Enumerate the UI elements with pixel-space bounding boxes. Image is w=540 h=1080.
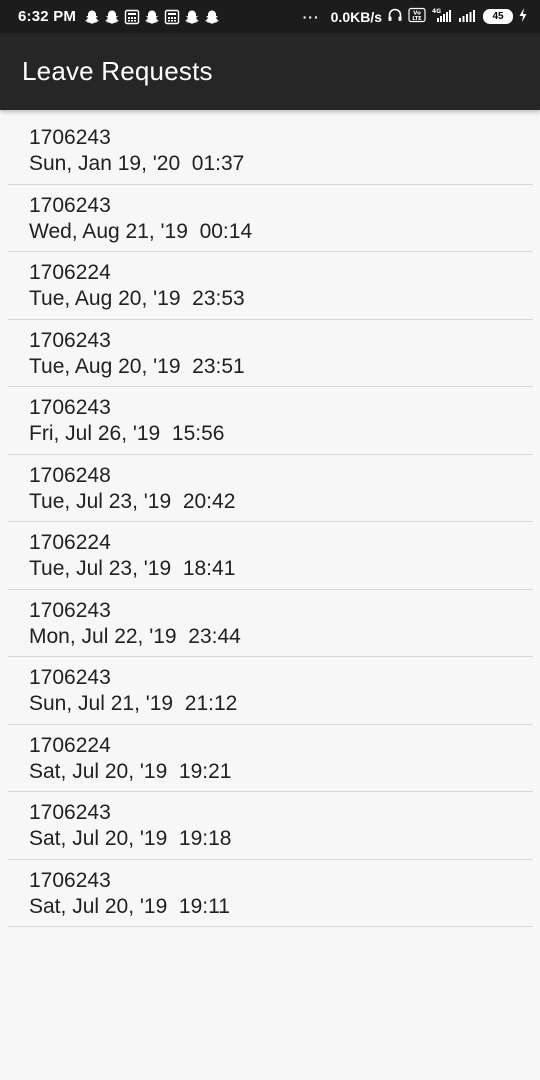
request-id: 1706243 (29, 666, 111, 689)
list-item[interactable]: 1706243 Wed, Aug 21, '19 00:14 (8, 185, 533, 252)
snapchat-icon (184, 9, 200, 25)
calculator-icon (124, 9, 140, 25)
battery-level: 45 (492, 11, 504, 22)
snapchat-icon (144, 9, 160, 25)
request-date: Mon, Jul 22, '19 23:44 (29, 624, 241, 648)
snapchat-icon (104, 9, 120, 25)
list-item[interactable]: 1706243 Sun, Jul 21, '19 21:12 (8, 657, 533, 725)
list-item[interactable]: 1706243 Tue, Aug 20, '19 23:51 (8, 320, 533, 387)
request-id: 1706243 (29, 126, 111, 149)
volte-icon: Vo LTE (408, 7, 426, 26)
request-id: 1706243 (29, 801, 111, 824)
network-speed: 0.0KB/s (330, 8, 382, 25)
request-id: 1706224 (29, 531, 111, 554)
request-id: 1706224 (29, 733, 111, 757)
app-bar: Leave Requests (0, 33, 540, 110)
list-item[interactable]: 1706243 Mon, Jul 22, '19 23:44 (8, 590, 533, 657)
request-date: Tue, Jul 23, '19 18:41 (29, 557, 236, 580)
request-id: 1706243 (29, 598, 111, 622)
list-item[interactable]: 1706224 Tue, Jul 23, '19 18:41 (8, 522, 533, 590)
request-id: 1706243 (29, 193, 111, 217)
signal-4g-icon: 4G (431, 7, 453, 26)
svg-text:LTE: LTE (412, 16, 422, 22)
status-time: 6:32 PM (18, 8, 77, 25)
signal-icon (458, 7, 478, 26)
request-id: 1706243 (29, 328, 111, 352)
list-item[interactable]: 1706224 Sat, Jul 20, '19 19:21 (8, 725, 533, 792)
snapchat-icon (84, 9, 100, 25)
request-date: Sat, Jul 20, '19 19:18 (29, 827, 232, 850)
list-item[interactable]: 1706243 Sat, Jul 20, '19 19:11 (8, 860, 533, 927)
list-item[interactable]: 1706243 Sun, Jan 19, '20 01:37 (8, 117, 533, 185)
request-date: Fri, Jul 26, '19 15:56 (29, 422, 225, 445)
status-right-area: ··· 0.0KB/s Vo LTE 4G 45 (303, 7, 528, 26)
request-date: Tue, Aug 20, '19 23:51 (29, 354, 245, 378)
request-date: Sat, Jul 20, '19 19:21 (29, 759, 232, 783)
request-date: Sat, Jul 20, '19 19:11 (29, 894, 230, 918)
charging-icon (518, 7, 528, 26)
snapchat-icon (204, 9, 220, 25)
request-id: 1706243 (29, 396, 111, 419)
notification-icons (84, 9, 220, 25)
battery-icon: 45 (483, 9, 513, 24)
leave-requests-list: 1706243 Sun, Jan 19, '20 01:37 1706243 Wed,… (8, 117, 533, 927)
page-title: Leave Requests (22, 56, 213, 86)
more-notifications-dots: ··· (302, 8, 320, 25)
calculator-icon (164, 9, 180, 25)
request-id: 1706224 (29, 261, 111, 284)
request-date: Wed, Aug 21, '19 00:14 (29, 219, 253, 243)
list-item[interactable]: 1706243 Fri, Jul 26, '19 15:56 (8, 387, 533, 455)
status-bar: 6:32 PM ··· 0.0KB/s Vo LTE 4G 45 (0, 0, 540, 33)
request-date: Tue, Aug 20, '19 23:53 (29, 287, 245, 310)
list-item[interactable]: 1706243 Sat, Jul 20, '19 19:18 (8, 792, 533, 860)
headphones-icon (387, 7, 403, 26)
svg-text:4G: 4G (432, 8, 441, 15)
request-id: 1706248 (29, 463, 111, 487)
request-id: 1706243 (29, 868, 111, 892)
list-item[interactable]: 1706248 Tue, Jul 23, '19 20:42 (8, 455, 533, 522)
request-date: Tue, Jul 23, '19 20:42 (29, 489, 236, 513)
list-item[interactable]: 1706224 Tue, Aug 20, '19 23:53 (8, 252, 533, 320)
request-date: Sun, Jan 19, '20 01:37 (29, 152, 245, 175)
request-date: Sun, Jul 21, '19 21:12 (29, 692, 238, 715)
